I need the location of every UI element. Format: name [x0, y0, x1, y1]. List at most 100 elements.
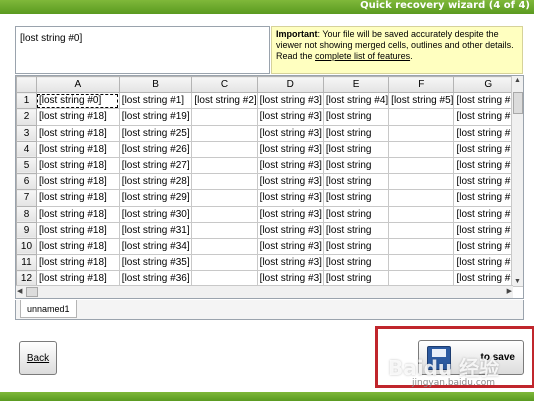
features-link[interactable]: complete list of features — [315, 51, 410, 61]
grid-cell[interactable]: [lost string — [322, 221, 390, 239]
horizontal-scroll-thumb[interactable] — [26, 287, 38, 297]
back-button[interactable]: Back — [19, 341, 57, 375]
grid-cell[interactable]: [lost string — [322, 237, 390, 256]
grid-cell[interactable] — [388, 189, 455, 207]
grid-cell[interactable] — [388, 254, 455, 272]
grid-cell[interactable]: [lost string #3] — [256, 124, 324, 142]
grid-cell[interactable] — [388, 221, 455, 239]
grid-cell[interactable]: [lost string — [322, 205, 390, 223]
grid-cell[interactable]: [lost string — [322, 173, 390, 191]
grid-cell[interactable] — [388, 124, 455, 142]
grid-cell[interactable]: [lost string #3] — [256, 156, 324, 175]
row-header[interactable]: 6 — [16, 173, 37, 191]
grid-cell[interactable] — [388, 237, 455, 256]
grid-cell[interactable]: [lost string #25] — [118, 124, 193, 142]
column-header-b[interactable]: B — [118, 76, 193, 94]
row-header[interactable]: 2 — [16, 108, 37, 126]
grid-cell[interactable]: [lost string #18] — [35, 124, 120, 142]
grid-cell[interactable]: [lost string #18] — [35, 221, 120, 239]
sheet-tab[interactable]: unnamed1 — [20, 300, 77, 318]
column-header-a[interactable]: A — [35, 76, 120, 94]
grid-cell[interactable]: [lost string #3] — [256, 173, 324, 191]
vertical-scrollbar[interactable]: ▲ ▼ — [511, 76, 523, 286]
scroll-down-icon[interactable]: ▼ — [514, 278, 521, 285]
grid-cell[interactable]: [lost string #27] — [118, 156, 193, 175]
row-header[interactable]: 9 — [16, 221, 37, 239]
grid-cell[interactable]: [lost string #18] — [35, 237, 120, 256]
row-header[interactable]: 8 — [16, 205, 37, 223]
grid-cell[interactable]: [lost string #3] — [256, 108, 324, 126]
grid-cell[interactable]: [lost string #28] — [118, 173, 193, 191]
grid-cell[interactable]: [lost string #18] — [35, 156, 120, 175]
grid-cell[interactable]: [lost string #3] — [256, 221, 324, 239]
row-header[interactable]: 7 — [16, 189, 37, 207]
grid-cell[interactable] — [191, 205, 258, 223]
corner-cell — [16, 76, 37, 94]
grid-cell[interactable]: [lost string — [322, 254, 390, 272]
grid-cell[interactable]: [lost string — [322, 156, 390, 175]
grid-cell[interactable]: [lost string #18] — [35, 189, 120, 207]
grid-cell[interactable] — [191, 124, 258, 142]
grid-cell[interactable]: [lost string #0] — [35, 92, 120, 110]
scroll-right-icon[interactable]: ▶ — [507, 287, 512, 295]
row-header[interactable]: 10 — [16, 237, 37, 256]
grid-cell[interactable]: [lost string #30] — [118, 205, 193, 223]
row-header[interactable]: 4 — [16, 140, 37, 158]
cell-value-box[interactable]: [lost string #0] — [15, 26, 270, 74]
row-header[interactable]: 1 — [16, 92, 37, 110]
save-button[interactable]: to save — [418, 340, 524, 375]
column-header-d[interactable]: D — [256, 76, 324, 94]
grid-cell[interactable]: [lost string #29] — [118, 189, 193, 207]
scroll-up-icon[interactable]: ▲ — [514, 77, 521, 84]
grid-cell[interactable]: [lost string #3] — [256, 92, 324, 110]
column-header-e[interactable]: E — [322, 76, 390, 94]
grid-cell[interactable]: [lost string #34] — [118, 237, 193, 256]
grid-cell[interactable] — [191, 108, 258, 126]
grid-cell[interactable]: [lost string #3] — [256, 205, 324, 223]
grid-cell[interactable]: [lost string #35] — [118, 254, 193, 272]
grid-cell[interactable] — [191, 254, 258, 272]
grid-cell[interactable]: [lost string #31] — [118, 221, 193, 239]
grid-cell[interactable]: [lost string #5] — [388, 92, 455, 110]
horizontal-scrollbar[interactable]: ◀ ▶ — [16, 285, 513, 298]
grid-cell[interactable] — [388, 156, 455, 175]
grid-cell[interactable]: [lost string #26] — [118, 140, 193, 158]
grid-cell[interactable] — [191, 173, 258, 191]
spreadsheet-viewer[interactable]: ABCDEFG 1 [lost string #0] [lost string #1… — [15, 75, 524, 299]
save-button-label: to save — [480, 352, 515, 363]
scroll-left-icon[interactable]: ◀ — [17, 287, 22, 295]
row-header[interactable]: 11 — [16, 254, 37, 272]
column-header-c[interactable]: C — [191, 76, 258, 94]
grid-cell[interactable]: [lost string #4] — [322, 92, 390, 110]
grid-cell[interactable]: [lost string — [322, 189, 390, 207]
grid-cell[interactable]: [lost string #3] — [256, 189, 324, 207]
grid-cell[interactable]: [lost string #18] — [35, 173, 120, 191]
grid-cell[interactable] — [388, 140, 455, 158]
grid-cell[interactable]: [lost string #19] — [118, 108, 193, 126]
grid-cell[interactable]: [lost string #1] — [118, 92, 193, 110]
table-row: 10 [lost string #18] [lost string #34] [los… — [16, 237, 523, 256]
grid-cell[interactable]: [lost string #18] — [35, 254, 120, 272]
grid-cell[interactable] — [191, 156, 258, 175]
column-header-f[interactable]: F — [388, 76, 455, 94]
grid-cell[interactable] — [191, 189, 258, 207]
grid-cell[interactable]: [lost string — [322, 108, 390, 126]
grid-cell[interactable]: [lost string #3] — [256, 140, 324, 158]
grid-cell[interactable] — [191, 140, 258, 158]
grid-cell[interactable]: [lost string #2] — [191, 92, 258, 110]
grid-cell[interactable]: [lost string #3] — [256, 254, 324, 272]
grid-cell[interactable] — [388, 108, 455, 126]
grid-cell[interactable] — [191, 221, 258, 239]
grid-cell[interactable]: [lost string #18] — [35, 205, 120, 223]
grid-cell[interactable]: [lost string — [322, 124, 390, 142]
grid-cell[interactable]: [lost string #18] — [35, 108, 120, 126]
grid-cell[interactable] — [191, 237, 258, 256]
grid-cell[interactable]: [lost string #18] — [35, 140, 120, 158]
grid-cell[interactable] — [388, 205, 455, 223]
row-header[interactable]: 5 — [16, 156, 37, 175]
grid-cell[interactable] — [388, 173, 455, 191]
row-header[interactable]: 3 — [16, 124, 37, 142]
grid-cell[interactable]: [lost string #3] — [256, 237, 324, 256]
vertical-scroll-thumb[interactable] — [513, 92, 523, 114]
grid-cell[interactable]: [lost string — [322, 140, 390, 158]
